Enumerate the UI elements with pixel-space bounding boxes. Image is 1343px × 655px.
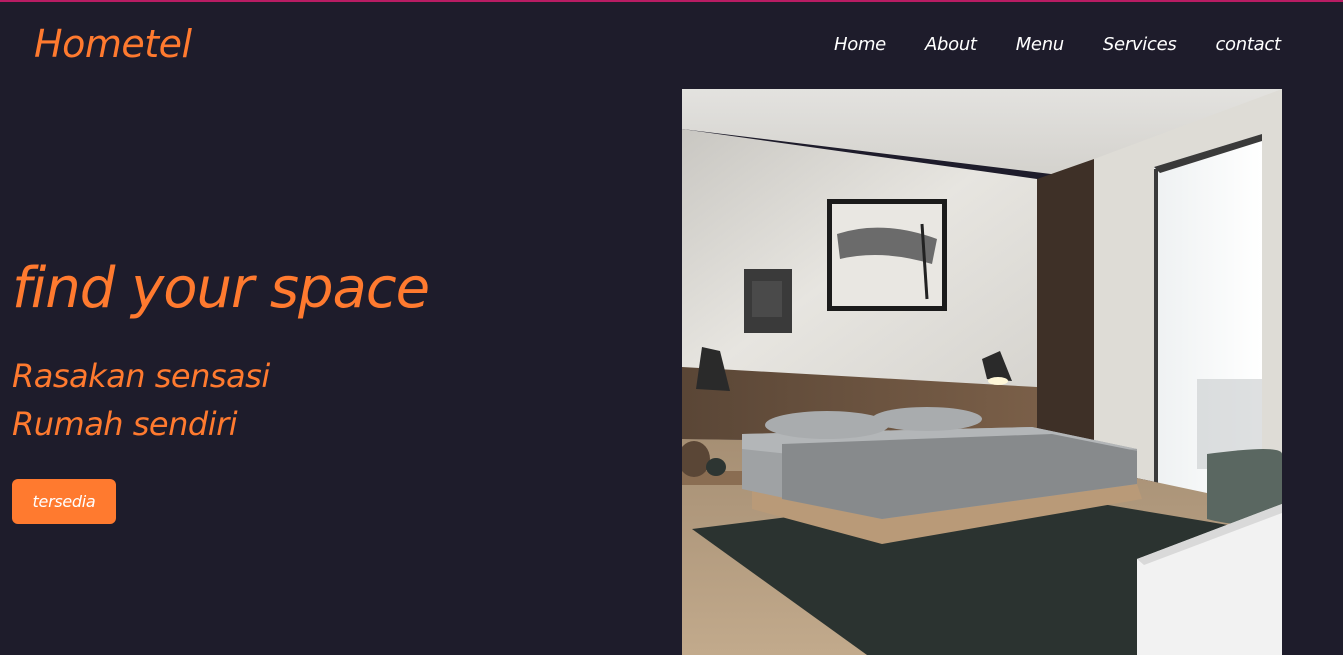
hero-title: find your space — [12, 256, 430, 321]
nav-services-link[interactable]: Services — [1103, 34, 1177, 55]
brand-logo[interactable]: Hometel — [34, 22, 192, 66]
nav-menu-link[interactable]: Menu — [1016, 34, 1065, 55]
nav-home-link[interactable]: Home — [834, 34, 886, 55]
hero-bedroom-image — [682, 89, 1282, 655]
nav-about-link[interactable]: About — [925, 34, 977, 55]
hero-subtitle-line-1: Rasakan sensasi — [12, 357, 270, 395]
main-nav: Home About Menu Services contact — [834, 34, 1281, 55]
hero-subtitle: Rasakan sensasi Rumah sendiri — [12, 352, 270, 448]
nav-contact-link[interactable]: contact — [1215, 34, 1281, 55]
available-button[interactable]: tersedia — [12, 479, 116, 524]
hero-subtitle-line-2: Rumah sendiri — [12, 405, 238, 443]
top-accent-line — [0, 0, 1343, 2]
